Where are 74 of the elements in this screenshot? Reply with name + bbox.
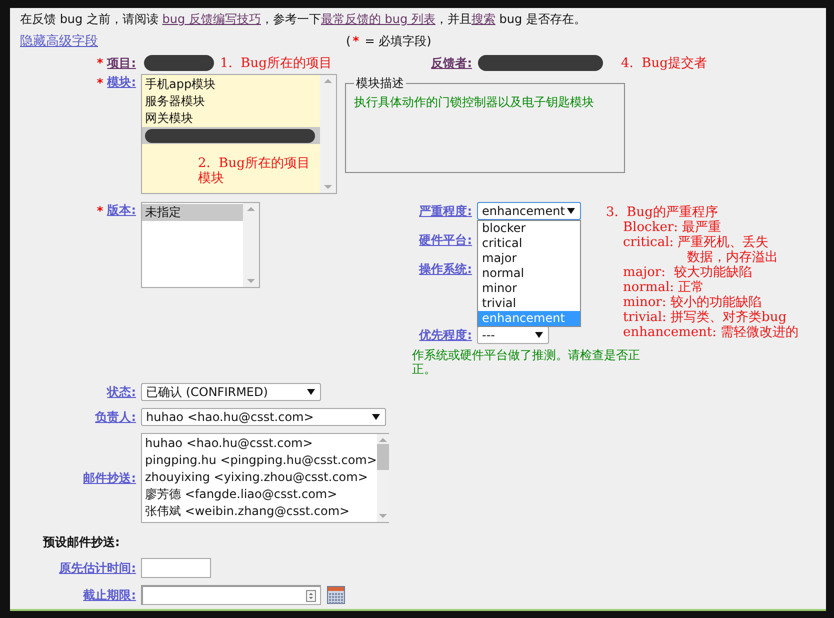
intro-link[interactable]: bug 反馈编写技巧 — [162, 12, 261, 26]
menu-option[interactable]: normal — [478, 266, 580, 281]
annotation-text: major: 较大功能缺陷 — [623, 265, 753, 280]
dropdown[interactable]: enhancement — [477, 202, 581, 220]
annotation-text: 模块 — [198, 171, 225, 186]
dropdown[interactable]: 已确认 (CONFIRMED) — [141, 383, 321, 401]
list-option[interactable]: zhouyixing <yixing.zhou@csst.com> — [142, 469, 377, 486]
list-option[interactable]: 手机app模块 — [142, 76, 320, 93]
field-label-link[interactable]: 优先程度: — [419, 326, 472, 344]
hint-text: 正。 — [412, 362, 437, 376]
annotation-text: enhancement: 需轻微改进的 — [623, 325, 799, 340]
module-listbox[interactable]: 手机app模块 服务器模块 网关模块 2. Bug所在的项目 模块 — [141, 74, 337, 194]
menu-option[interactable]: trivial — [478, 296, 580, 311]
field-label-link[interactable]: 原先估计时间: — [59, 560, 136, 576]
list-option[interactable]: 服务器模块 — [142, 93, 320, 110]
list-option[interactable]: 廖芳德 <fangde.liao@csst.com> — [142, 486, 377, 503]
dropdown-arrow-icon — [535, 331, 543, 339]
annotation-text: critical: 严重死机、丢失 — [623, 235, 770, 250]
field-label-link[interactable]: 邮件抄送: — [83, 470, 136, 486]
annotation-text: 3. Bug的严重程序 — [606, 205, 719, 220]
field-label: 预设邮件抄送: — [43, 534, 120, 550]
annotation-text: minor: 较小的功能缺陷 — [623, 295, 762, 310]
menu-option[interactable]: minor — [478, 281, 580, 296]
list-option[interactable] — [142, 127, 320, 144]
description-text: 执行具体动作的门锁控制器以及电子钥匙模块 — [354, 94, 595, 111]
required-mark: * — [96, 76, 104, 90]
field-label-link[interactable]: 模块: — [107, 74, 136, 91]
intro-link[interactable]: 搜索 — [471, 12, 496, 26]
estimate-input[interactable] — [141, 558, 211, 578]
dropdown-arrow-icon — [307, 388, 315, 396]
scrollbar[interactable] — [320, 75, 336, 193]
field-label-link[interactable]: 项目: — [107, 54, 136, 72]
annotation-text: 4. Bug提交者 — [621, 56, 707, 70]
menu-option[interactable]: blocker — [478, 221, 580, 236]
deadline-input[interactable] — [141, 585, 321, 605]
list-option[interactable]: 张伟斌 <weibin.zhang@csst.com> — [142, 503, 377, 520]
required-mark: * — [96, 204, 104, 218]
menu-option[interactable]: critical — [478, 236, 580, 251]
list-option[interactable]: 未指定 — [142, 204, 243, 221]
hint-text: 作系统或硬件平台做了推测。请检查是否正 — [412, 348, 641, 362]
annotation-text: Blocker: 最严重 — [623, 220, 722, 235]
field-label-link[interactable]: 操作系统: — [419, 261, 472, 278]
scrollbar[interactable] — [243, 203, 259, 287]
dropdown-arrow-icon — [567, 207, 575, 215]
field-label-link[interactable]: 反馈者: — [431, 54, 472, 72]
scrollbar[interactable] — [376, 434, 389, 522]
field-label-link[interactable]: 版本: — [107, 202, 136, 219]
spinner-icon[interactable] — [306, 590, 316, 602]
list-option[interactable]: pingping.hu <pingping.hu@csst.com> — [142, 452, 377, 469]
field-label-link[interactable]: 负责人: — [95, 408, 136, 426]
annotation-text: 2. Bug所在的项目 — [198, 156, 310, 171]
field-label-link[interactable]: 截止期限: — [83, 586, 136, 604]
field-label-link[interactable]: 硬件平台: — [419, 232, 472, 249]
dropdown-arrow-icon — [372, 413, 380, 421]
annotation-text: trivial: 拼写类、对齐类bug — [623, 310, 788, 325]
intro-text: 在反馈 bug 之前，请阅读 bug 反馈编写技巧，参考一下最常反馈的 bug 列表，并且搜索 bug 是否存在。 — [19, 11, 587, 28]
version-listbox[interactable]: 未指定 — [141, 202, 260, 288]
required-mark: * — [96, 56, 104, 70]
annotation-text: 1. Bug所在的项目 — [220, 56, 332, 70]
field-label-link[interactable]: 严重程度: — [419, 202, 472, 220]
required-note: ( * = 必填字段) — [346, 32, 432, 50]
hide-advanced-link[interactable]: 隐藏高级字段 — [20, 32, 346, 50]
cc-listbox[interactable]: huhao <hao.hu@csst.com> pingping.hu <pingping.hu@csst.com> zhouyixing <yixing.zhou@csst.com> 廖芳德 <fangde.liao@csst.com> 张伟斌 <weibin.zhang@csst.com> — [141, 433, 389, 523]
field-label-link[interactable]: 状态: — [107, 384, 136, 400]
dropdown[interactable]: --- — [477, 326, 549, 344]
list-option[interactable]: 网关模块 — [142, 110, 320, 127]
panel-legend: 模块描述 — [354, 75, 406, 92]
annotation-text: normal: 正常 — [623, 280, 706, 295]
annotation-text: 数据，内存溢出 — [687, 250, 779, 265]
calendar-icon[interactable] — [327, 586, 345, 604]
menu-option[interactable]: major — [478, 251, 580, 266]
intro-link[interactable]: 最常反馈的 bug 列表 — [320, 12, 436, 26]
list-option[interactable]: huhao <hao.hu@csst.com> — [142, 435, 377, 452]
dropdown[interactable]: huhao <hao.hu@csst.com> — [141, 408, 386, 426]
